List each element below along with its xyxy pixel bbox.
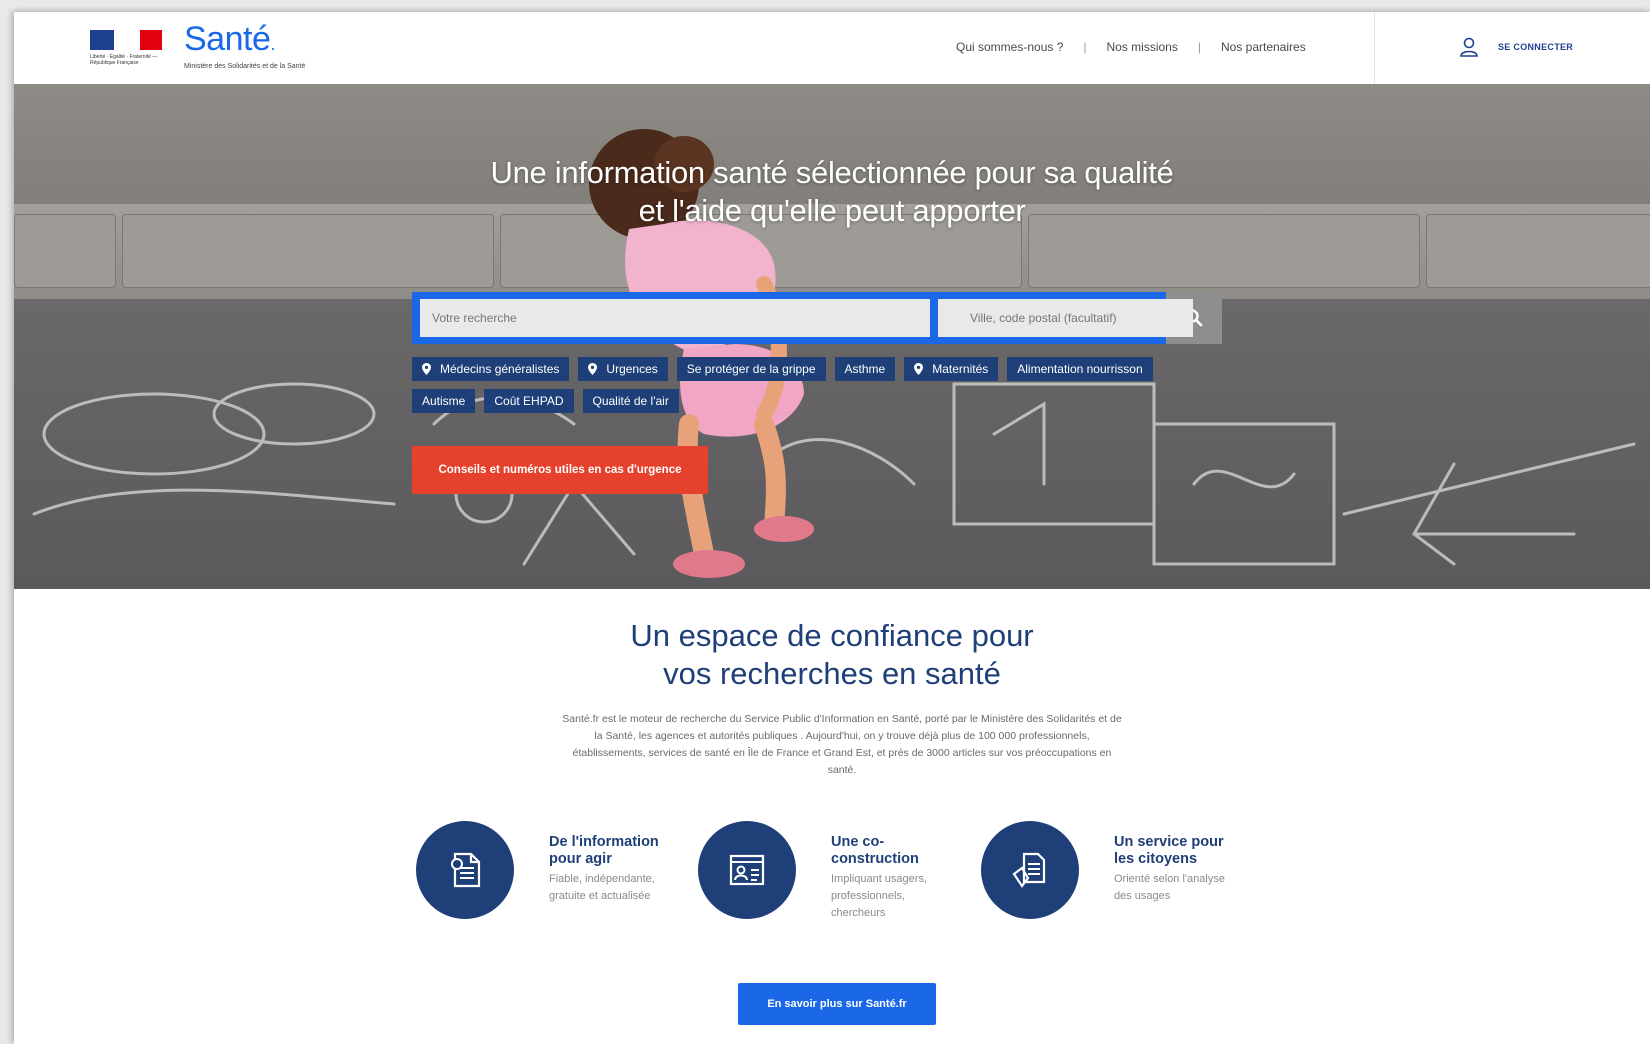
tag-label: Qualité de l'air [592,394,669,408]
login-link[interactable]: SE CONNECTER [1458,36,1573,58]
section-title-line1: Un espace de confiance pour [630,618,1034,653]
tags-row-2: Autisme Coût EHPAD Qualité de l'air [412,389,1232,413]
nav-separator: | [1197,40,1201,54]
login-label: SE CONNECTER [1498,42,1574,52]
search-input[interactable] [420,299,930,337]
republique-francaise-logo[interactable]: Liberté · Égalité · Fraternité — Républi… [90,26,166,68]
tags-row-1: Médecins généralistes Urgences Se protég… [412,357,1232,381]
tag-label: Autisme [422,394,466,408]
marianne-text: Liberté · Égalité · Fraternité — Républi… [90,54,158,66]
french-flag-icon [90,26,166,52]
tag-label: Se protéger de la grippe [686,362,816,376]
feature-information: De l'information pour agir Fiable, indép… [416,821,706,931]
section-title-line2: vos recherches en santé [663,656,1001,691]
hero-title-line1: Une information santé sélectionnée pour … [490,155,1174,190]
feature-icon-circle [416,821,514,919]
feature-title: Une co-construction [831,834,919,867]
tag-autisme[interactable]: Autisme [412,389,476,413]
nav-separator: | [1083,40,1087,54]
tag-label: Médecins généralistes [440,362,560,376]
brand-dot: . [270,34,275,54]
team-board-icon [729,854,765,886]
location-pin-icon [422,363,431,375]
quick-tags: Médecins généralistes Urgences Se protég… [412,357,1232,421]
section-title: Un espace de confiance pour vos recherch… [14,617,1650,693]
tag-label: Maternités [932,362,989,376]
learn-more-button[interactable]: En savoir plus sur Santé.fr [738,983,936,1025]
hero-banner: Une information santé sélectionnée pour … [14,84,1650,589]
feature-icon-circle [981,821,1079,919]
nav-nos-missions[interactable]: Nos missions [1107,40,1178,54]
header-divider [1374,12,1375,84]
feature-title: De l'information pour agir [549,834,659,867]
user-icon [1460,37,1478,57]
tag-label: Urgences [606,362,658,376]
brand-subtitle: Ministère des Solidarités et de la Santé [184,63,306,70]
search-fields-container [412,292,1193,344]
document-icon [451,852,481,888]
section-description: Santé.fr est le moteur de recherche du S… [562,713,1122,776]
site-header: Liberté · Égalité · Fraternité — Républi… [14,12,1650,85]
tag-label: Alimentation nourrisson [1017,362,1143,376]
location-pin-icon [588,363,598,375]
tag-cout-ehpad[interactable]: Coût EHPAD [484,389,574,413]
feature-icon-circle [698,821,796,919]
nav-nos-partenaires[interactable]: Nos partenaires [1221,40,1306,54]
search-bar [412,292,1222,344]
tag-label: Asthme [844,362,886,376]
feature-description: Impliquant usagers, professionnels, cher… [831,873,927,919]
tag-alimentation-nourrisson[interactable]: Alimentation nourrisson [1007,357,1153,381]
about-section: Un espace de confiance pour vos recherch… [14,589,1650,1044]
tag-qualite-air[interactable]: Qualité de l'air [582,389,679,413]
nav-qui-sommes-nous[interactable]: Qui sommes-nous ? [956,40,1063,54]
location-pin-icon [914,363,924,375]
browser-page: Liberté · Égalité · Fraternité — Républi… [14,12,1650,1044]
feature-description: Orienté selon l'analyse des usages [1114,873,1225,902]
documents-hand-icon [1012,852,1046,888]
brand-name: Santé [184,20,271,58]
feature-co-construction: Une co-construction Impliquant usagers, … [698,821,988,931]
hero-title: Une information santé sélectionnée pour … [14,154,1650,230]
tag-label: Coût EHPAD [494,394,564,408]
sante-logo[interactable]: Santé. Ministère des Solidarités et de l… [184,22,305,70]
feature-service-citoyens: Un service pour les citoyens Orienté sel… [981,821,1271,931]
feature-title: Un service pour les citoyens [1114,834,1224,867]
tag-maternites[interactable]: Maternités [904,357,999,381]
location-input[interactable] [938,299,1193,337]
top-navigation: Qui sommes-nous ? | Nos missions | Nos p… [956,40,1306,54]
urgent-advice-button[interactable]: Conseils et numéros utiles en cas d'urge… [412,446,708,494]
tag-urgences[interactable]: Urgences [578,357,668,381]
tag-asthme[interactable]: Asthme [834,357,896,381]
features-list: De l'information pour agir Fiable, indép… [416,821,1296,931]
tag-se-proteger-grippe[interactable]: Se protéger de la grippe [676,357,826,381]
feature-description: Fiable, indépendante, gratuite et actual… [549,873,655,902]
hero-title-line2: et l'aide qu'elle peut apporter [638,193,1026,228]
tag-medecins-generalistes[interactable]: Médecins généralistes [412,357,570,381]
